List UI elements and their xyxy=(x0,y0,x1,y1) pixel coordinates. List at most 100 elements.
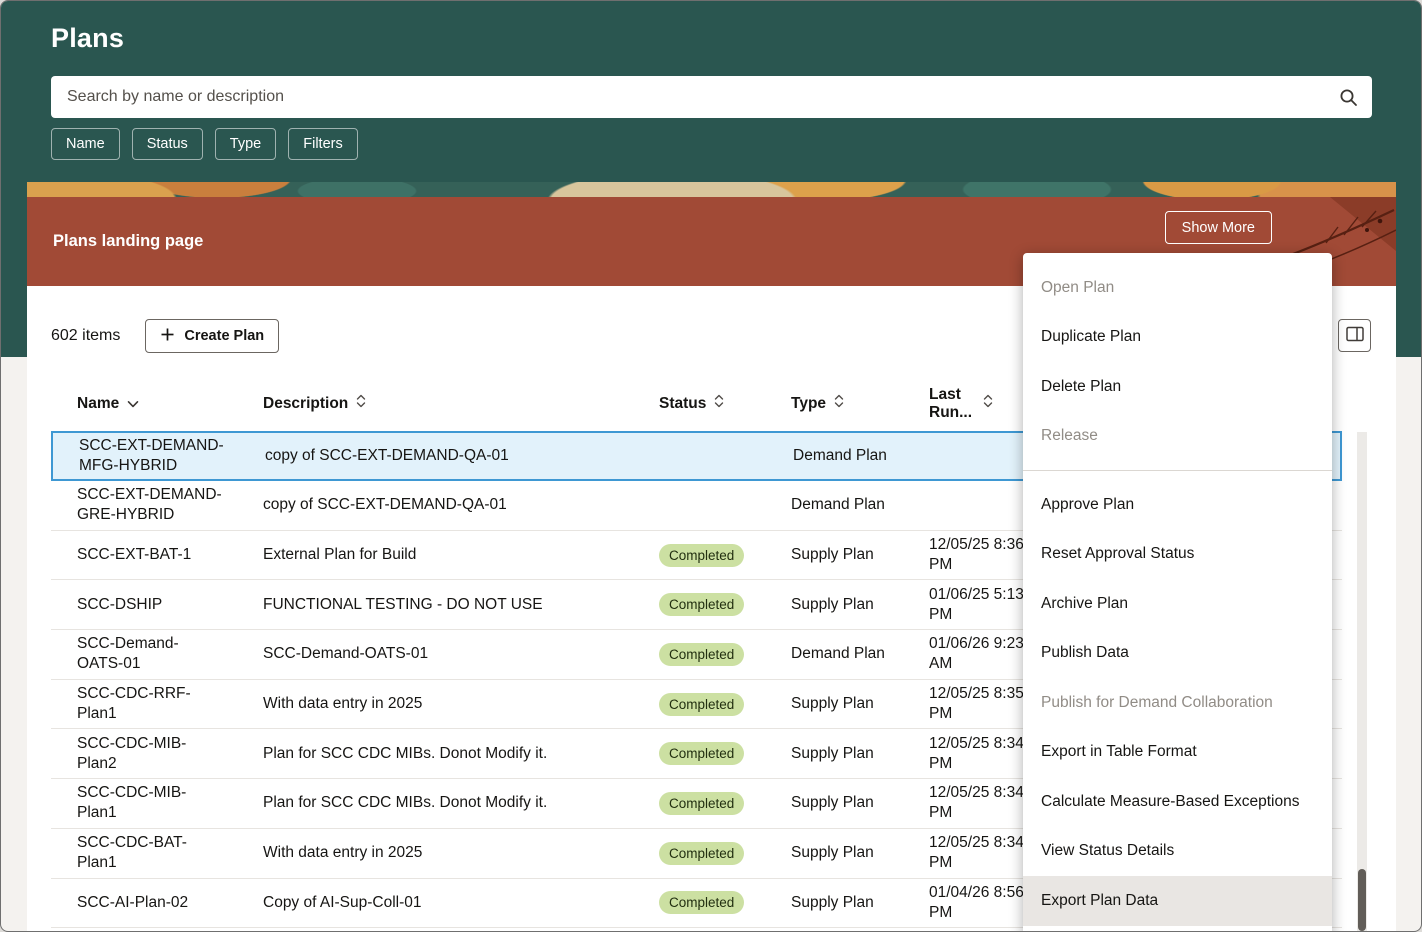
plan-last-run: 12/05/25 8:34 PM xyxy=(929,833,1029,873)
status-badge: Completed xyxy=(659,891,744,914)
sort-both-icon[interactable] xyxy=(983,394,993,413)
plan-name: SCC-DSHIP xyxy=(51,595,263,615)
menu-item-calculate-measure-based-exceptions[interactable]: Calculate Measure-Based Exceptions xyxy=(1023,777,1332,827)
plan-type: Supply Plan xyxy=(791,595,929,615)
plan-type: Demand Plan xyxy=(791,495,929,515)
page-title: Plans xyxy=(51,23,124,54)
menu-item-publish-data[interactable]: Publish Data xyxy=(1023,629,1332,679)
plan-name: SCC-AI-Plan-02 xyxy=(51,893,263,913)
split-view-button[interactable] xyxy=(1338,319,1371,352)
plan-description: copy of SCC-EXT-DEMAND-QA-01 xyxy=(263,495,659,515)
split-panel-icon xyxy=(1346,326,1364,345)
status-badge: Completed xyxy=(659,792,744,815)
plan-type: Supply Plan xyxy=(791,793,929,813)
plan-last-run: 01/06/26 9:23 AM xyxy=(929,634,1029,674)
plan-type: Demand Plan xyxy=(793,446,931,466)
plan-type: Supply Plan xyxy=(791,843,929,863)
plan-status: Completed xyxy=(659,891,791,914)
plan-type: Supply Plan xyxy=(791,694,929,714)
status-badge: Completed xyxy=(659,544,744,567)
sort-both-icon[interactable] xyxy=(356,394,366,413)
column-header-type[interactable]: Type xyxy=(791,394,929,413)
column-label: Name xyxy=(77,395,119,413)
status-badge: Completed xyxy=(659,693,744,716)
plan-type: Demand Plan xyxy=(791,644,929,664)
search-input[interactable] xyxy=(51,88,1324,106)
plan-last-run: 12/05/25 8:34 PM xyxy=(929,734,1029,774)
plan-last-run: 01/06/25 5:13 PM xyxy=(929,585,1029,625)
menu-item-export-in-table-format[interactable]: Export in Table Format xyxy=(1023,728,1332,778)
context-menu: Open PlanDuplicate PlanDelete PlanReleas… xyxy=(1023,253,1332,932)
plan-description: Plan for SCC CDC MIBs. Donot Modify it. xyxy=(263,793,659,813)
plus-icon xyxy=(160,327,175,346)
items-count: 602 items xyxy=(51,327,120,345)
plan-status: Completed xyxy=(659,842,791,865)
plan-description: copy of SCC-EXT-DEMAND-QA-01 xyxy=(265,446,661,466)
menu-item-reset-approval-status[interactable]: Reset Approval Status xyxy=(1023,530,1332,580)
plan-status: Completed xyxy=(659,742,791,765)
plan-status: Completed xyxy=(659,792,791,815)
plan-status: Completed xyxy=(659,593,791,616)
filter-chip-type[interactable]: Type xyxy=(215,128,276,160)
menu-item-duplicate-plan[interactable]: Duplicate Plan xyxy=(1023,313,1332,363)
menu-item-archive-plan[interactable]: Archive Plan xyxy=(1023,579,1332,629)
sort-both-icon[interactable] xyxy=(714,394,724,413)
search-icon[interactable] xyxy=(1324,76,1372,118)
filter-chip-status[interactable]: Status xyxy=(132,128,203,160)
plan-status: Completed xyxy=(659,693,791,716)
plan-name: SCC-EXT-DEMAND-MFG-HYBRID xyxy=(53,436,265,476)
menu-divider xyxy=(1023,470,1332,471)
filter-chip-filters[interactable]: Filters xyxy=(288,128,357,160)
create-plan-label: Create Plan xyxy=(184,328,264,344)
menu-item-delete-plan[interactable]: Delete Plan xyxy=(1023,362,1332,412)
plan-last-run: 12/05/25 8:36 PM xyxy=(929,535,1029,575)
filter-chip-name[interactable]: Name xyxy=(51,128,120,160)
plan-last-run: 01/04/26 8:56 PM xyxy=(929,883,1029,923)
status-badge: Completed xyxy=(659,593,744,616)
plan-description: With data entry in 2025 xyxy=(263,694,659,714)
search-bar xyxy=(51,76,1372,118)
column-header-status[interactable]: Status xyxy=(659,394,791,413)
plan-description: External Plan for Build xyxy=(263,545,659,565)
chevron-down-icon[interactable] xyxy=(127,395,139,413)
column-header-name[interactable]: Name xyxy=(51,395,263,413)
column-label: Last Run... xyxy=(929,386,975,422)
create-plan-button[interactable]: Create Plan xyxy=(145,319,279,353)
status-badge: Completed xyxy=(659,742,744,765)
plan-name: SCC-EXT-BAT-1 xyxy=(51,545,263,565)
show-more-button[interactable]: Show More xyxy=(1165,211,1272,244)
column-header-last-run[interactable]: Last Run... xyxy=(929,386,1029,422)
plans-page: Plans Name Status Type Filters Plans landin… xyxy=(0,0,1422,932)
plan-description: FUNCTIONAL TESTING - DO NOT USE xyxy=(263,595,659,615)
plan-status: Completed xyxy=(659,643,791,666)
menu-item-release: Release xyxy=(1023,412,1332,462)
decorative-pattern-strip xyxy=(27,182,1396,197)
column-header-description[interactable]: Description xyxy=(263,394,659,413)
plan-name: SCC-CDC-BAT-Plan1 xyxy=(51,833,263,873)
filter-chips: Name Status Type Filters xyxy=(51,128,358,160)
plan-description: Copy of AI-Sup-Coll-01 xyxy=(263,893,659,913)
scrollbar-thumb[interactable] xyxy=(1358,869,1366,931)
plan-description: Plan for SCC CDC MIBs. Donot Modify it. xyxy=(263,744,659,764)
table-scrollbar[interactable] xyxy=(1357,432,1367,932)
menu-item-view-status-details[interactable]: View Status Details xyxy=(1023,827,1332,877)
plan-type: Supply Plan xyxy=(791,545,929,565)
sort-both-icon[interactable] xyxy=(834,394,844,413)
plan-type: Supply Plan xyxy=(791,744,929,764)
menu-item-export-plan-data[interactable]: Export Plan Data xyxy=(1023,876,1332,926)
plan-last-run: 12/05/25 8:35 PM xyxy=(929,684,1029,724)
plan-name: SCC-EXT-DEMAND-GRE-HYBRID xyxy=(51,485,263,525)
plan-name: SCC-CDC-RRF-Plan1 xyxy=(51,684,263,724)
menu-item-approve-plan[interactable]: Approve Plan xyxy=(1023,480,1332,530)
column-label: Status xyxy=(659,395,706,413)
status-badge: Completed xyxy=(659,842,744,865)
plan-name: SCC-CDC-MIB-Plan1 xyxy=(51,783,263,823)
plan-name: SCC-Demand-OATS-01 xyxy=(51,634,263,674)
status-badge: Completed xyxy=(659,643,744,666)
plan-type: Supply Plan xyxy=(791,893,929,913)
menu-item-publish-for-demand-collaboration: Publish for Demand Collaboration xyxy=(1023,678,1332,728)
plan-description: SCC-Demand-OATS-01 xyxy=(263,644,659,664)
menu-item-open-plan: Open Plan xyxy=(1023,263,1332,313)
column-label: Type xyxy=(791,395,826,413)
banner-title: Plans landing page xyxy=(53,232,203,251)
